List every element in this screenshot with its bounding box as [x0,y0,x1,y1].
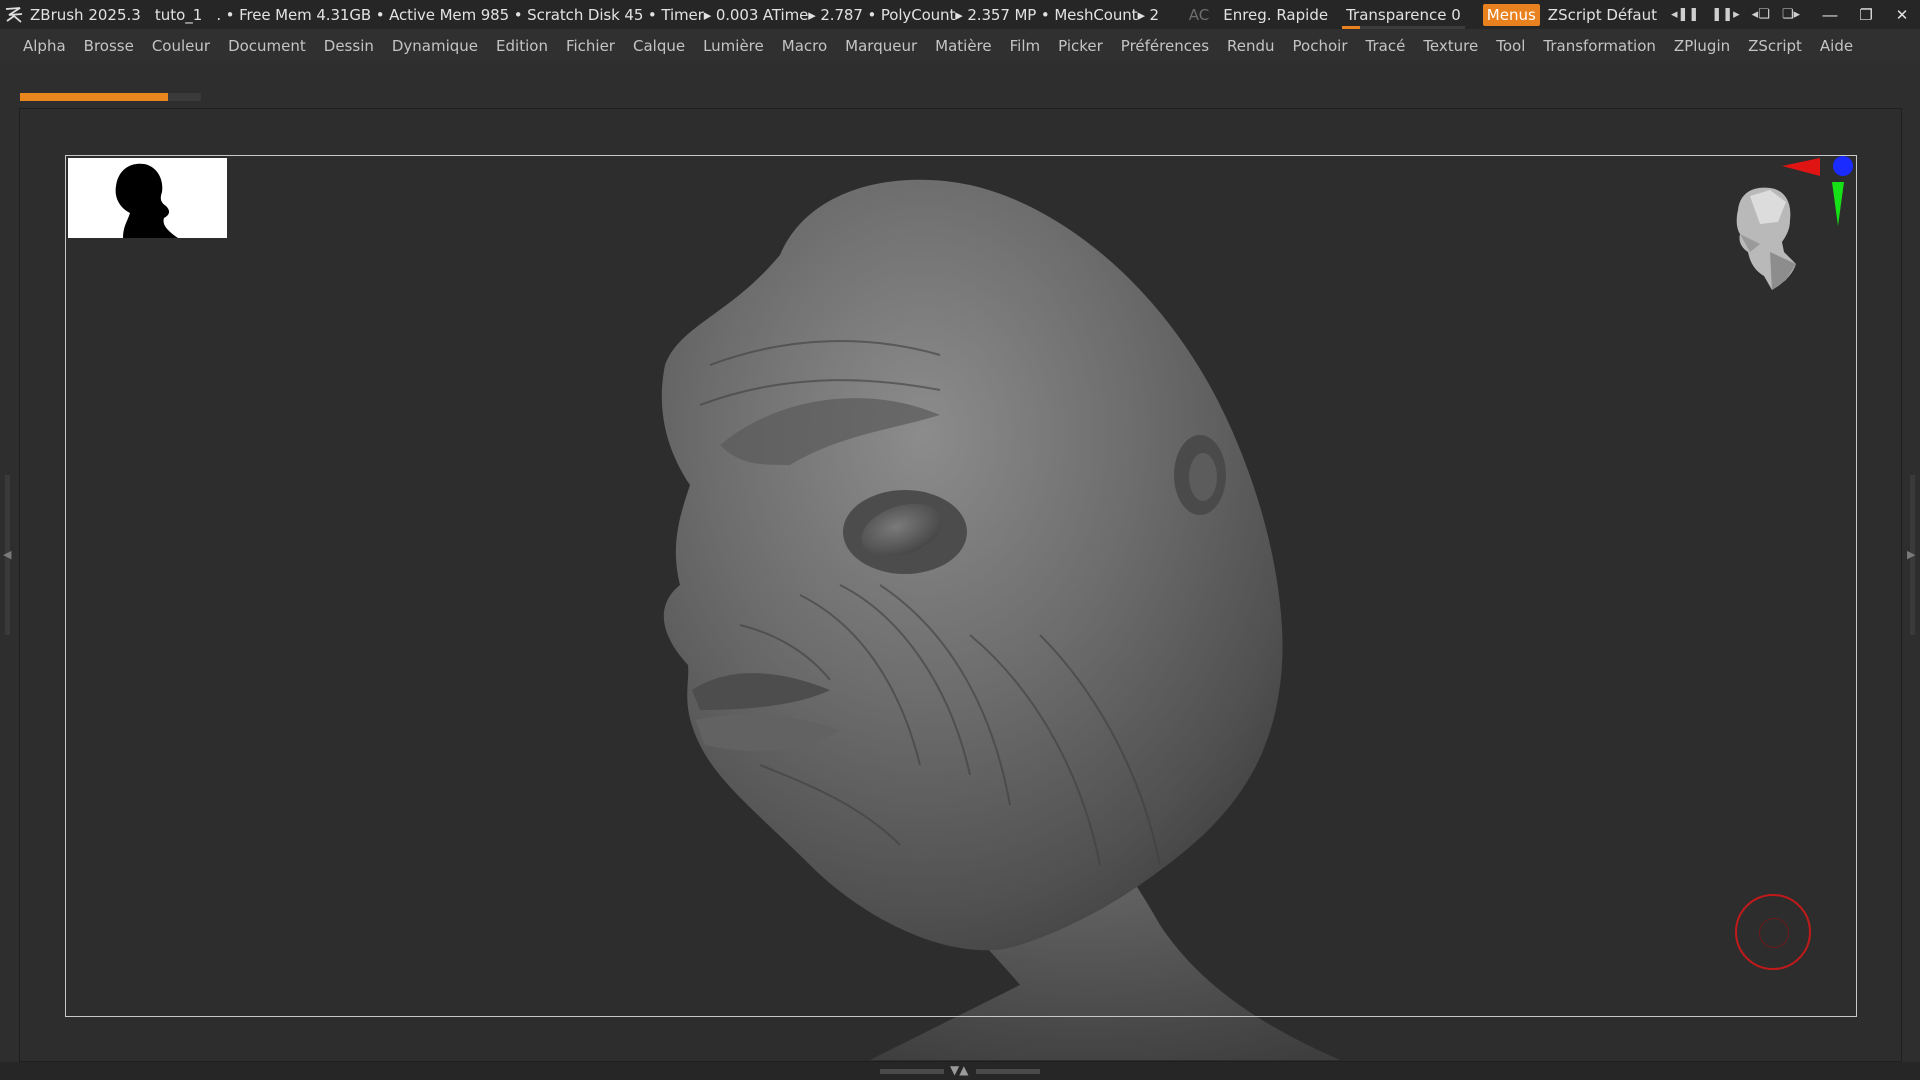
menu-matiere[interactable]: Matière [935,37,991,55]
title-bar: ZBrush 2025.3 tuto_1 . • Free Mem 4.31GB… [0,0,1920,29]
head-silhouette-icon [115,163,178,238]
menu-zplugin[interactable]: ZPlugin [1674,37,1730,55]
menu-dynamique[interactable]: Dynamique [392,37,478,55]
menu-pochoir[interactable]: Pochoir [1293,37,1348,55]
menu-marqueur[interactable]: Marqueur [845,37,917,55]
transparency-label: Transparence 0 [1346,5,1461,24]
menu-rendu[interactable]: Rendu [1227,37,1275,55]
tray-right-icon[interactable]: ❚❚▸ [1711,7,1739,22]
layout-prev-icon[interactable]: ◂❏ [1752,7,1770,22]
record-ring-icon[interactable] [1735,894,1811,970]
menu-couleur[interactable]: Couleur [152,37,210,55]
head-nav-cube-icon[interactable] [1720,152,1860,322]
bottom-grip-right[interactable] [976,1069,1040,1074]
app-name: ZBrush 2025.3 [30,5,141,24]
menu-macro[interactable]: Macro [782,37,827,55]
memory-stats: . • Free Mem 4.31GB • Active Mem 985 • S… [216,5,1159,24]
menu-tool[interactable]: Tool [1496,37,1525,55]
menu-fichier[interactable]: Fichier [566,37,615,55]
menu-brosse[interactable]: Brosse [84,37,134,55]
menu-dessin[interactable]: Dessin [324,37,374,55]
layout-next-icon[interactable]: ❏▸ [1782,7,1800,22]
thumbnail-preview[interactable] [68,158,227,238]
menu-edition[interactable]: Edition [496,37,548,55]
right-tray-arrow-icon[interactable]: ▶ [1907,548,1915,561]
bottom-tray-toggle-icon[interactable]: ▼▲ [950,1063,968,1077]
quicksave-button[interactable]: Enreg. Rapide [1223,6,1328,24]
bottom-grip-left[interactable] [880,1069,944,1074]
record-ring-inner [1759,918,1789,948]
menus-button[interactable]: Menus [1482,3,1540,26]
document-progress-bar [20,93,201,101]
zbrush-logo-icon[interactable] [4,5,24,25]
menu-picker[interactable]: Picker [1058,37,1103,55]
menu-zscript[interactable]: ZScript [1748,37,1802,55]
tray-left-icon[interactable]: ◂❚❚ [1671,7,1699,22]
ac-button[interactable]: AC [1189,6,1209,24]
menu-trace[interactable]: Tracé [1366,37,1406,55]
menu-lumiere[interactable]: Lumière [703,37,764,55]
zscript-default-button[interactable]: ZScript Défaut [1548,6,1657,24]
transparency-slider[interactable]: Transparence 0 [1342,5,1465,29]
x-axis-arrow [1782,158,1820,176]
menu-bar: Alpha Brosse Couleur Document Dessin Dyn… [0,29,1920,63]
minimize-icon[interactable]: ― [1812,6,1848,24]
menu-alpha[interactable]: Alpha [23,37,66,55]
menu-film[interactable]: Film [1010,37,1040,55]
bottom-bar: ▼▲ [0,1062,1920,1080]
z-axis-dot [1833,156,1853,176]
menu-document[interactable]: Document [228,37,306,55]
menu-aide[interactable]: Aide [1820,37,1853,55]
menu-texture[interactable]: Texture [1423,37,1478,55]
close-icon[interactable]: ✕ [1884,6,1920,24]
document-progress-fill [20,93,169,101]
menu-calque[interactable]: Calque [633,37,685,55]
restore-icon[interactable]: ❐ [1848,6,1884,24]
title-bar-controls: AC Enreg. Rapide Transparence 0 Menus ZS… [1189,0,1920,29]
y-axis-arrow [1832,182,1844,226]
document-name: tuto_1 [154,5,203,24]
document-frame [65,155,1857,1017]
left-tray-arrow-icon[interactable]: ◀ [3,548,11,561]
menu-transformation[interactable]: Transformation [1543,37,1656,55]
menu-preferences[interactable]: Préférences [1121,37,1209,55]
